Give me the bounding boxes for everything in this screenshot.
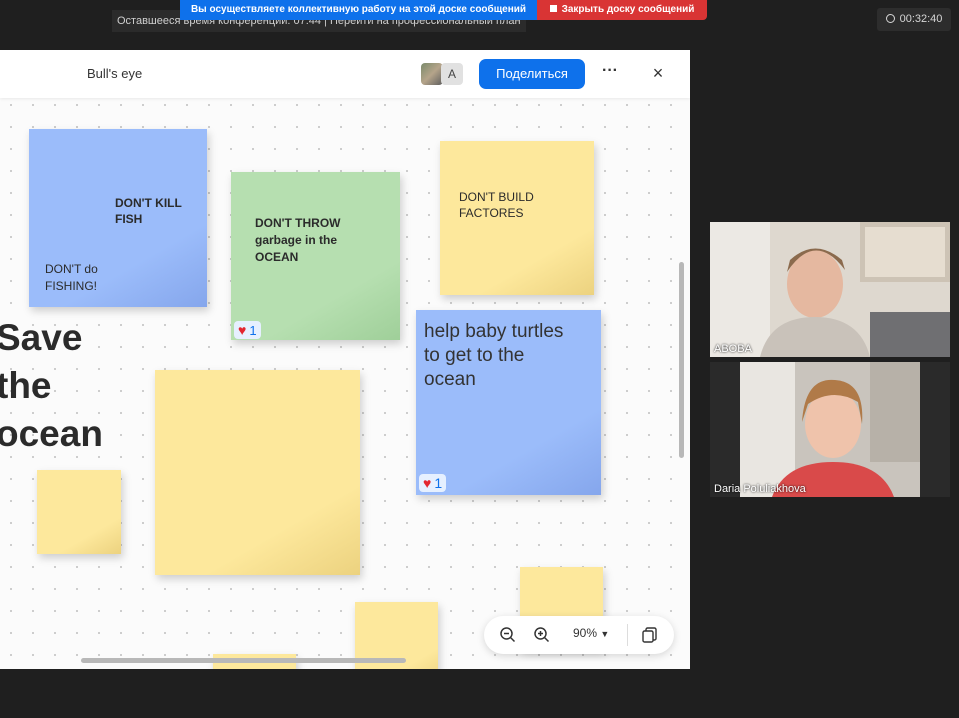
sticky-note-empty-large[interactable] <box>155 370 360 575</box>
note-text-kill-fish: DON'T KILL FISH <box>115 196 182 226</box>
caret-down-icon: ▼ <box>600 629 610 639</box>
participant-video-tile[interactable]: Daria Poluliakhova <box>710 362 950 497</box>
sticky-note-kill-fish[interactable]: DON'T KILL FISH DON'T do FISHING! <box>29 129 207 307</box>
heart-icon: ♥ <box>423 475 432 491</box>
participant-name: ABOBA <box>714 343 752 355</box>
sticky-note-turtles[interactable]: help baby turtles to get to the ocean ♥ 1 <box>416 310 601 495</box>
board-header: Bull's eye A Поделиться ··· × <box>0 50 690 98</box>
stop-icon <box>549 5 557 12</box>
sticky-note-factories[interactable]: DON'T BUILD FACTORES <box>440 141 594 295</box>
zoom-controls: 90% ▼ <box>484 616 674 654</box>
sticky-note-empty-small[interactable] <box>37 470 121 554</box>
note-text-turtles: help baby turtles to get to the ocean <box>424 321 564 390</box>
horizontal-scrollbar[interactable] <box>81 658 406 663</box>
sticky-note-garbage[interactable]: DON'T THROW garbage in the OCEAN ♥ 1 <box>231 172 400 340</box>
avatar[interactable] <box>421 63 443 85</box>
participant-video <box>710 362 950 497</box>
reaction-count: 1 <box>434 475 443 491</box>
minimap-icon[interactable] <box>640 625 660 645</box>
save-the-ocean-text[interactable]: Save the ocean <box>0 314 103 458</box>
collab-notice-banner: Вы осуществляете коллективную работу на … <box>180 0 537 20</box>
zoom-level-value: 90% <box>573 626 598 640</box>
participant-video <box>710 222 950 357</box>
app-root: Оставшееся время конференции: 07:44 | Пе… <box>0 0 959 718</box>
note-text-factories: DON'T BUILD FACTORES <box>459 190 534 220</box>
zoom-out-icon[interactable] <box>498 625 518 645</box>
zoom-in-icon[interactable] <box>532 625 552 645</box>
avatar-letter[interactable]: A <box>441 63 463 85</box>
board-title[interactable]: Bull's eye <box>87 66 142 81</box>
meeting-timer: 00:32:40 <box>877 8 951 31</box>
clock-icon <box>885 14 895 23</box>
reaction-count: 1 <box>249 323 257 338</box>
whiteboard-canvas[interactable]: Bull's eye A Поделиться ··· × DON'T KILL… <box>0 50 690 669</box>
participant-video-tile[interactable]: ABOBA <box>710 222 950 357</box>
reaction-badge-garbage[interactable]: ♥ 1 <box>234 321 261 339</box>
timer-value: 00:32:40 <box>899 13 943 25</box>
share-button[interactable]: Поделиться <box>479 59 585 89</box>
more-options-icon[interactable]: ··· <box>599 62 621 84</box>
close-board-label: Закрыть доску сообщений <box>561 4 695 15</box>
zoom-level-dropdown[interactable]: 90% ▼ <box>573 626 609 640</box>
close-icon[interactable]: × <box>648 62 668 84</box>
note-text-fishing: DON'T do FISHING! <box>45 262 98 293</box>
divider <box>627 624 628 646</box>
reaction-badge-turtles[interactable]: ♥ 1 <box>419 474 447 492</box>
vertical-scrollbar[interactable] <box>679 262 684 458</box>
close-board-button[interactable]: Закрыть доску сообщений <box>537 0 707 20</box>
note-text-garbage: DON'T THROW garbage in the OCEAN <box>255 216 341 264</box>
participant-name: Daria Poluliakhova <box>714 483 806 495</box>
heart-icon: ♥ <box>238 322 247 338</box>
